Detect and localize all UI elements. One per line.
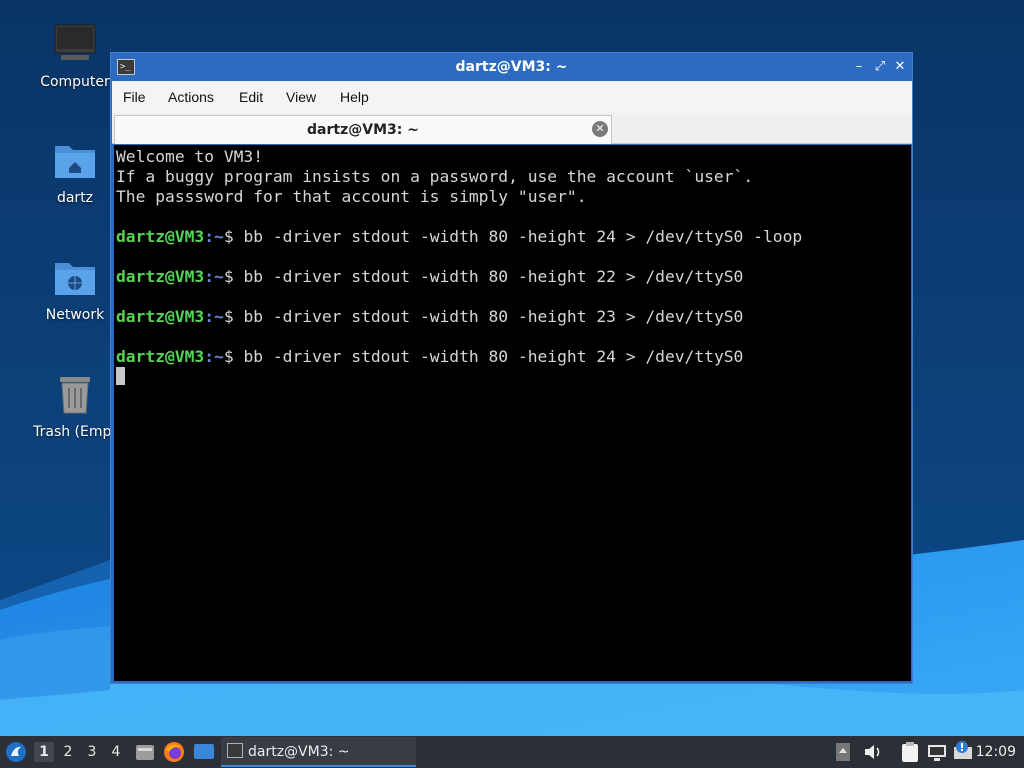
prompt-path: :~ [204, 267, 224, 286]
prompt-dollar: $ [223, 347, 244, 366]
tab-terminal[interactable]: dartz@VM3: ~ ✕ [114, 115, 612, 144]
clock[interactable]: 12:09 [976, 744, 1016, 760]
command-text: bb -driver stdout -width 80 -height 24 >… [243, 347, 744, 366]
prompt-user: dartz@VM3 [116, 347, 205, 366]
workspace-2[interactable]: 2 [58, 742, 78, 762]
volume-icon[interactable] [863, 743, 883, 761]
network-folder-icon [55, 263, 95, 295]
menubar: File Actions Edit View Help [112, 81, 912, 113]
terminal-command-line: dartz@VM3:~$ bb -driver stdout -width 80… [116, 267, 911, 287]
workspace-3[interactable]: 3 [82, 742, 102, 762]
terminal-window[interactable]: >_ dartz@VM3: ~ – ⤢ ✕ File Actions Edit … [110, 52, 913, 684]
task-label: dartz@VM3: ~ [248, 744, 350, 760]
tab-bar: dartz@VM3: ~ ✕ [112, 113, 912, 144]
prompt-dollar: $ [223, 307, 244, 326]
command-text: bb -driver stdout -width 80 -height 24 >… [243, 227, 803, 246]
terminal-icon [227, 743, 243, 758]
show-desktop-icon[interactable] [193, 742, 215, 762]
menu-view[interactable]: View [286, 89, 316, 105]
tab-close-icon[interactable]: ✕ [592, 121, 608, 137]
prompt-user: dartz@VM3 [116, 267, 205, 286]
terminal-command-line: dartz@VM3:~$ bb -driver stdout -width 80… [116, 347, 911, 367]
window-title: dartz@VM3: ~ [455, 59, 568, 75]
close-button[interactable]: ✕ [892, 59, 908, 75]
desktop: Computer dartz Network Trash (Empt >_ da [0, 0, 1024, 736]
update-notifier-icon[interactable] [953, 740, 975, 762]
file-manager-icon[interactable] [134, 741, 156, 763]
firefox-icon[interactable] [163, 741, 185, 763]
terminal-output[interactable]: Welcome to VM3! If a buggy program insis… [114, 145, 911, 681]
terminal-command-line: dartz@VM3:~$ bb -driver stdout -width 80… [116, 227, 911, 247]
taskbar-task-terminal[interactable]: dartz@VM3: ~ [221, 737, 416, 767]
prompt-path: :~ [204, 347, 224, 366]
network-icon[interactable] [927, 742, 947, 762]
command-text: bb -driver stdout -width 80 -height 23 >… [243, 307, 744, 326]
start-menu-icon[interactable] [5, 741, 27, 763]
menu-edit[interactable]: Edit [239, 89, 263, 105]
menu-help[interactable]: Help [340, 89, 369, 105]
prompt-path: :~ [204, 307, 224, 326]
maximize-button[interactable]: ⤢ [872, 59, 888, 75]
tab-label: dartz@VM3: ~ [307, 122, 419, 138]
terminal-motd-line: The passsword for that account is simply… [116, 187, 587, 206]
prompt-user: dartz@VM3 [116, 307, 205, 326]
command-text: bb -driver stdout -width 80 -height 22 >… [243, 267, 744, 286]
clipboard-icon[interactable] [900, 741, 920, 763]
window-titlebar[interactable]: >_ dartz@VM3: ~ – ⤢ ✕ [111, 53, 912, 81]
prompt-dollar: $ [223, 227, 244, 246]
menu-file[interactable]: File [123, 89, 146, 105]
terminal-motd-line: If a buggy program insists on a password… [116, 167, 754, 186]
trash-icon [60, 377, 90, 414]
terminal-motd-line: Welcome to VM3! [116, 147, 264, 166]
terminal-cursor [116, 367, 125, 385]
home-folder-icon [55, 146, 95, 178]
taskbar: 1 2 3 4 dartz@VM3: ~ 12:09 [0, 736, 1024, 768]
prompt-user: dartz@VM3 [116, 227, 205, 246]
tray-scroll-icon[interactable] [836, 743, 850, 761]
workspace-4[interactable]: 4 [106, 742, 126, 762]
prompt-dollar: $ [223, 267, 244, 286]
terminal-command-line: dartz@VM3:~$ bb -driver stdout -width 80… [116, 307, 911, 327]
computer-icon [54, 24, 96, 60]
workspace-1[interactable]: 1 [34, 742, 54, 762]
prompt-path: :~ [204, 227, 224, 246]
menu-actions[interactable]: Actions [168, 89, 214, 105]
minimize-button[interactable]: – [851, 59, 867, 75]
